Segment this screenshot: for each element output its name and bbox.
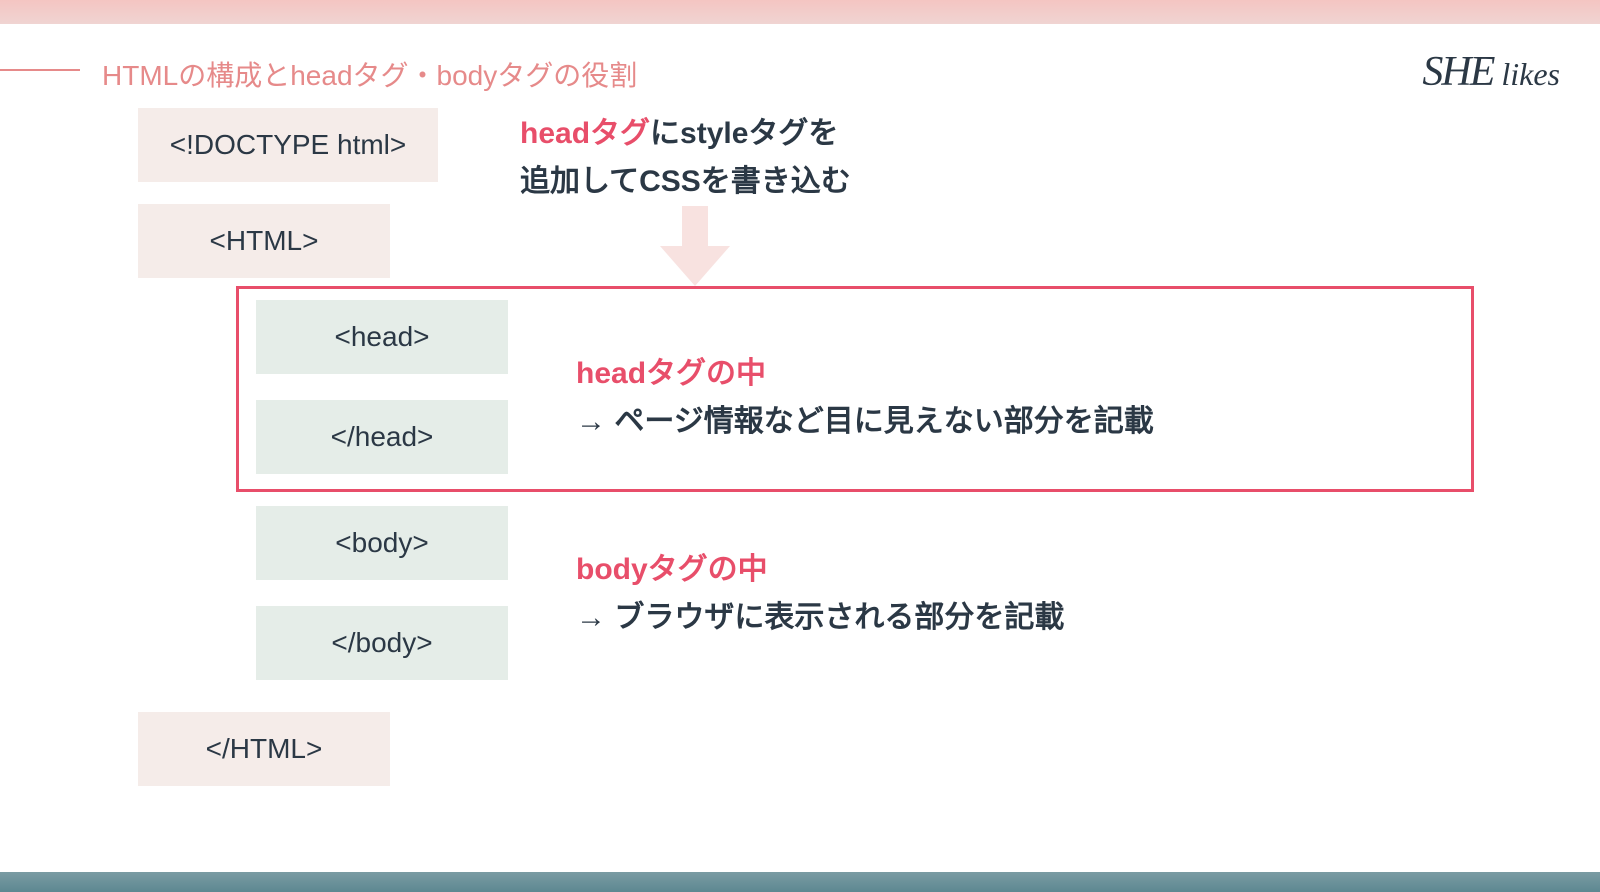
brand-logo: SHElikes	[1422, 48, 1560, 96]
callout-style-in-head: headタグにstyleタグを 追加してCSSを書き込む	[520, 110, 851, 206]
body-close-tag-box: </body>	[256, 606, 508, 680]
logo-likes-text: likes	[1501, 56, 1560, 92]
logo-she-text: SHE	[1422, 49, 1493, 95]
callout-body-desc: → ブラウザに表示される部分を記載	[576, 601, 1064, 634]
html-open-tag-box: <HTML>	[138, 204, 390, 278]
bottom-banner	[0, 872, 1600, 892]
callout-top-line2: 追加してCSSを書き込む	[520, 165, 851, 198]
doctype-tag-box: <!DOCTYPE html>	[138, 108, 438, 182]
callout-body-highlight: bodyタグの中	[576, 553, 768, 586]
callout-head-description: headタグの中 → ページ情報など目に見えない部分を記載	[576, 350, 1154, 446]
title-accent-line	[0, 69, 80, 71]
callout-top-highlight: headタグ	[520, 117, 650, 150]
down-arrow-icon	[660, 206, 730, 284]
body-open-tag-box: <body>	[256, 506, 508, 580]
callout-top-rest1: にstyleタグを	[650, 117, 838, 150]
top-banner	[0, 0, 1600, 24]
callout-head-highlight: headタグの中	[576, 357, 766, 390]
callout-head-desc: → ページ情報など目に見えない部分を記載	[576, 405, 1154, 438]
slide-title: HTMLの構成とheadタグ・bodyタグの役割	[102, 54, 637, 94]
html-close-tag-box: </HTML>	[138, 712, 390, 786]
callout-body-description: bodyタグの中 → ブラウザに表示される部分を記載	[576, 546, 1064, 642]
